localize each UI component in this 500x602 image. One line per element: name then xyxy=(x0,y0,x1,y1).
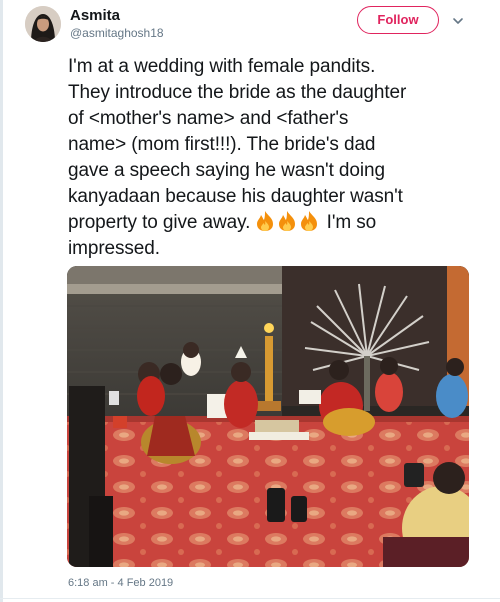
tweet-line-with-emoji: property to give away. I'm so xyxy=(68,210,476,236)
chevron-down-icon[interactable] xyxy=(451,14,465,28)
left-divider xyxy=(0,0,3,602)
tweet-line-text: property to give away. xyxy=(68,212,251,233)
tweet-line: name> (mom first!!!). The bride's dad xyxy=(68,134,376,155)
author-display-name[interactable]: Asmita xyxy=(70,7,120,24)
fire-emoji-icon xyxy=(299,210,319,232)
tweet-text: I'm at a wedding with female pandits. Th… xyxy=(68,54,476,262)
tweet-line: kanyadaan because his daughter wasn't xyxy=(68,186,403,207)
avatar[interactable] xyxy=(25,6,61,42)
tweet-timestamp[interactable]: 6:18 am - 4 Feb 2019 xyxy=(68,577,173,589)
tweet-line: of <mother's name> and <father's xyxy=(68,108,349,129)
wedding-photo[interactable] xyxy=(67,266,469,567)
tweet-line: gave a speech saying he wasn't doing xyxy=(68,160,385,181)
follow-button[interactable]: Follow xyxy=(357,6,439,34)
tweet-line: impressed. xyxy=(68,238,160,259)
tweet-line-text: I'm so xyxy=(326,212,377,233)
bottom-divider xyxy=(0,598,500,599)
author-handle[interactable]: @asmitaghosh18 xyxy=(70,26,164,40)
tweet-line: They introduce the bride as the daughter xyxy=(68,82,407,103)
tweet-card: Asmita @asmitaghosh18 Follow I'm at a we… xyxy=(0,0,500,602)
tweet-line: I'm at a wedding with female pandits. xyxy=(68,56,376,77)
fire-emoji-icon xyxy=(255,210,275,232)
fire-emoji-icon xyxy=(277,210,297,232)
